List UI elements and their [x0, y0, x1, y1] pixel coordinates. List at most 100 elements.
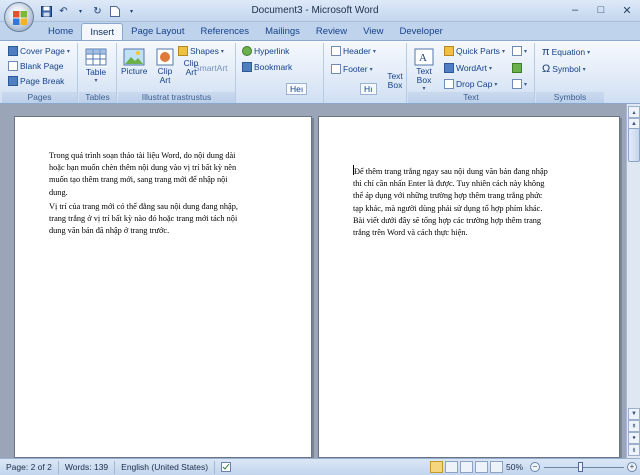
tab-developer[interactable]: Developer — [392, 23, 451, 40]
signature-line-button[interactable]: ▾ — [512, 46, 527, 56]
page-count[interactable]: Page: 2 of 2 — [0, 460, 59, 474]
print-layout-view-button[interactable] — [430, 461, 443, 473]
smartart-button[interactable]: SmartArt — [194, 63, 228, 73]
next-page-icon[interactable]: ⇟ — [628, 444, 640, 456]
table-button[interactable]: Table ▾ — [85, 47, 107, 86]
quick-access-toolbar: ↶ ▾ ↻ ▾ — [40, 4, 138, 18]
group-label-pages: Pages — [2, 92, 77, 103]
zoom-level[interactable]: 50% — [506, 462, 523, 472]
group-links: Hyperlink Bookmark — [237, 43, 324, 103]
group-label-symbols: Symbols — [536, 92, 604, 103]
new-document-icon[interactable] — [108, 5, 121, 18]
scroll-down-arrow-icon[interactable]: ▼ — [628, 408, 640, 420]
picture-button[interactable]: Picture — [121, 47, 147, 76]
header-button[interactable]: Header ▾ — [331, 46, 376, 56]
omega-icon: Ω — [542, 63, 551, 75]
browse-object-icon[interactable]: ● — [628, 432, 640, 444]
group-text: A Text Box ▾ Quick Parts ▾ WordArt ▾ Drop C… — [408, 43, 535, 103]
customize-toolbar-icon[interactable]: ▾ — [125, 5, 138, 18]
bookmark-button[interactable]: Bookmark — [242, 62, 292, 72]
close-button[interactable]: ✕ — [616, 2, 638, 18]
cover-page-icon — [8, 46, 18, 56]
shapes-button[interactable]: Shapes ▾ — [178, 46, 224, 56]
group-pages: Cover Page ▾ Blank Page Page Break Pages — [2, 43, 78, 103]
drop-cap-button[interactable]: Drop Cap ▾ — [444, 79, 497, 89]
paragraph-1: Trong quá trình soạn thảo tài liệu Word,… — [49, 151, 237, 197]
ribbon-tabs: Home Insert Page Layout References Maili… — [0, 22, 640, 40]
header-icon — [331, 46, 341, 56]
full-screen-reading-view-button[interactable] — [445, 461, 458, 473]
tab-references[interactable]: References — [192, 23, 257, 40]
undo-icon[interactable]: ↶ — [57, 5, 70, 18]
web-layout-view-button[interactable] — [460, 461, 473, 473]
quick-parts-button[interactable]: Quick Parts ▾ — [444, 46, 505, 56]
symbol-button[interactable]: Ω Symbol ▾ — [542, 63, 586, 75]
quick-parts-icon — [444, 46, 454, 56]
draft-view-button[interactable] — [490, 461, 503, 473]
date-time-button[interactable] — [512, 63, 522, 73]
pi-icon: π — [542, 46, 550, 58]
svg-text:A: A — [419, 52, 427, 64]
drop-cap-icon — [444, 79, 454, 89]
paragraph-3: Để thêm trang trắng ngay sau nội dung vă… — [353, 165, 548, 238]
word-window: ↶ ▾ ↻ ▾ Document3 - Microsoft Word – □ ✕… — [0, 0, 640, 475]
scroll-thumb[interactable] — [628, 128, 640, 162]
vertical-scrollbar[interactable]: ▴ ▲ ▼ ⇞ ● ⇟ — [626, 104, 640, 458]
picture-icon — [123, 48, 145, 66]
table-icon — [85, 47, 107, 67]
office-button[interactable] — [4, 2, 34, 32]
word-count[interactable]: Words: 139 — [59, 460, 116, 474]
minimize-button[interactable]: – — [564, 2, 586, 18]
tab-mailings[interactable]: Mailings — [257, 23, 308, 40]
outline-view-button[interactable] — [475, 461, 488, 473]
page-break-icon — [8, 76, 18, 86]
footer-button[interactable]: Footer ▾ — [331, 64, 373, 74]
title-bar: ↶ ▾ ↻ ▾ Document3 - Microsoft Word – □ ✕ — [0, 0, 640, 22]
tab-review[interactable]: Review — [308, 23, 355, 40]
tab-insert[interactable]: Insert — [81, 23, 124, 40]
page-2[interactable]: Để thêm trang trắng ngay sau nội dung vă… — [318, 116, 620, 458]
header-fragment: Heı — [286, 83, 308, 95]
hyperlink-button[interactable]: Hyperlink — [242, 46, 289, 56]
group-illustrations: Picture Clip Art Clip Art Shapes ▾ SmartA… — [118, 43, 236, 103]
object-button[interactable]: ▾ — [512, 79, 527, 89]
group-label-tables: Tables — [79, 92, 116, 103]
text-box-icon: A — [414, 48, 434, 66]
proofing-icon[interactable] — [215, 461, 237, 474]
hr-fragment: Hı — [360, 83, 377, 95]
footer-icon — [331, 64, 341, 74]
previous-page-icon[interactable]: ⇞ — [628, 420, 640, 432]
equation-button[interactable]: π Equation ▾ — [542, 46, 590, 58]
tab-page-layout[interactable]: Page Layout — [123, 23, 192, 40]
window-title: Document3 - Microsoft Word — [251, 5, 379, 16]
dropdown-arrow-icon[interactable]: ▾ — [74, 5, 87, 18]
language-indicator[interactable]: English (United States) — [115, 460, 216, 474]
zoom-slider-thumb[interactable] — [578, 462, 583, 472]
group-symbols: π Equation ▾ Ω Symbol ▾ Symbols — [536, 43, 604, 103]
clip-art-button[interactable]: Clip Art — [156, 47, 174, 85]
wordart-button[interactable]: WordArt ▾ — [444, 63, 492, 73]
hyperlink-icon — [242, 46, 252, 56]
save-icon[interactable] — [40, 5, 53, 18]
maximize-button[interactable]: □ — [590, 2, 612, 18]
blank-page-button[interactable]: Blank Page — [8, 61, 63, 71]
object-icon — [512, 79, 522, 89]
zoom-out-button[interactable]: − — [530, 462, 540, 472]
zoom-slider-track[interactable] — [544, 467, 624, 468]
group-label-text: Text — [408, 92, 534, 103]
text-box-button[interactable]: A Text Box ▾ — [412, 47, 436, 94]
office-logo-icon — [13, 11, 27, 25]
ruler-toggle-icon[interactable]: ▴ — [628, 106, 640, 118]
cover-page-button[interactable]: Cover Page ▾ — [8, 46, 70, 56]
page-1[interactable]: Trong quá trình soạn thảo tài liệu Word,… — [14, 116, 312, 458]
page-break-button[interactable]: Page Break — [8, 76, 64, 86]
tab-view[interactable]: View — [355, 23, 391, 40]
zoom-in-button[interactable]: + — [627, 462, 637, 472]
tab-home[interactable]: Home — [40, 23, 81, 40]
document-area[interactable]: Trong quá trình soạn thảo tài liệu Word,… — [0, 104, 626, 458]
blank-page-icon — [8, 61, 18, 71]
status-bar: Page: 2 of 2 Words: 139 English (United … — [0, 458, 640, 475]
redo-icon[interactable]: ↻ — [91, 5, 104, 18]
text-box-button-2[interactable]: Text Box — [385, 72, 405, 90]
clip-art-icon — [156, 48, 174, 66]
